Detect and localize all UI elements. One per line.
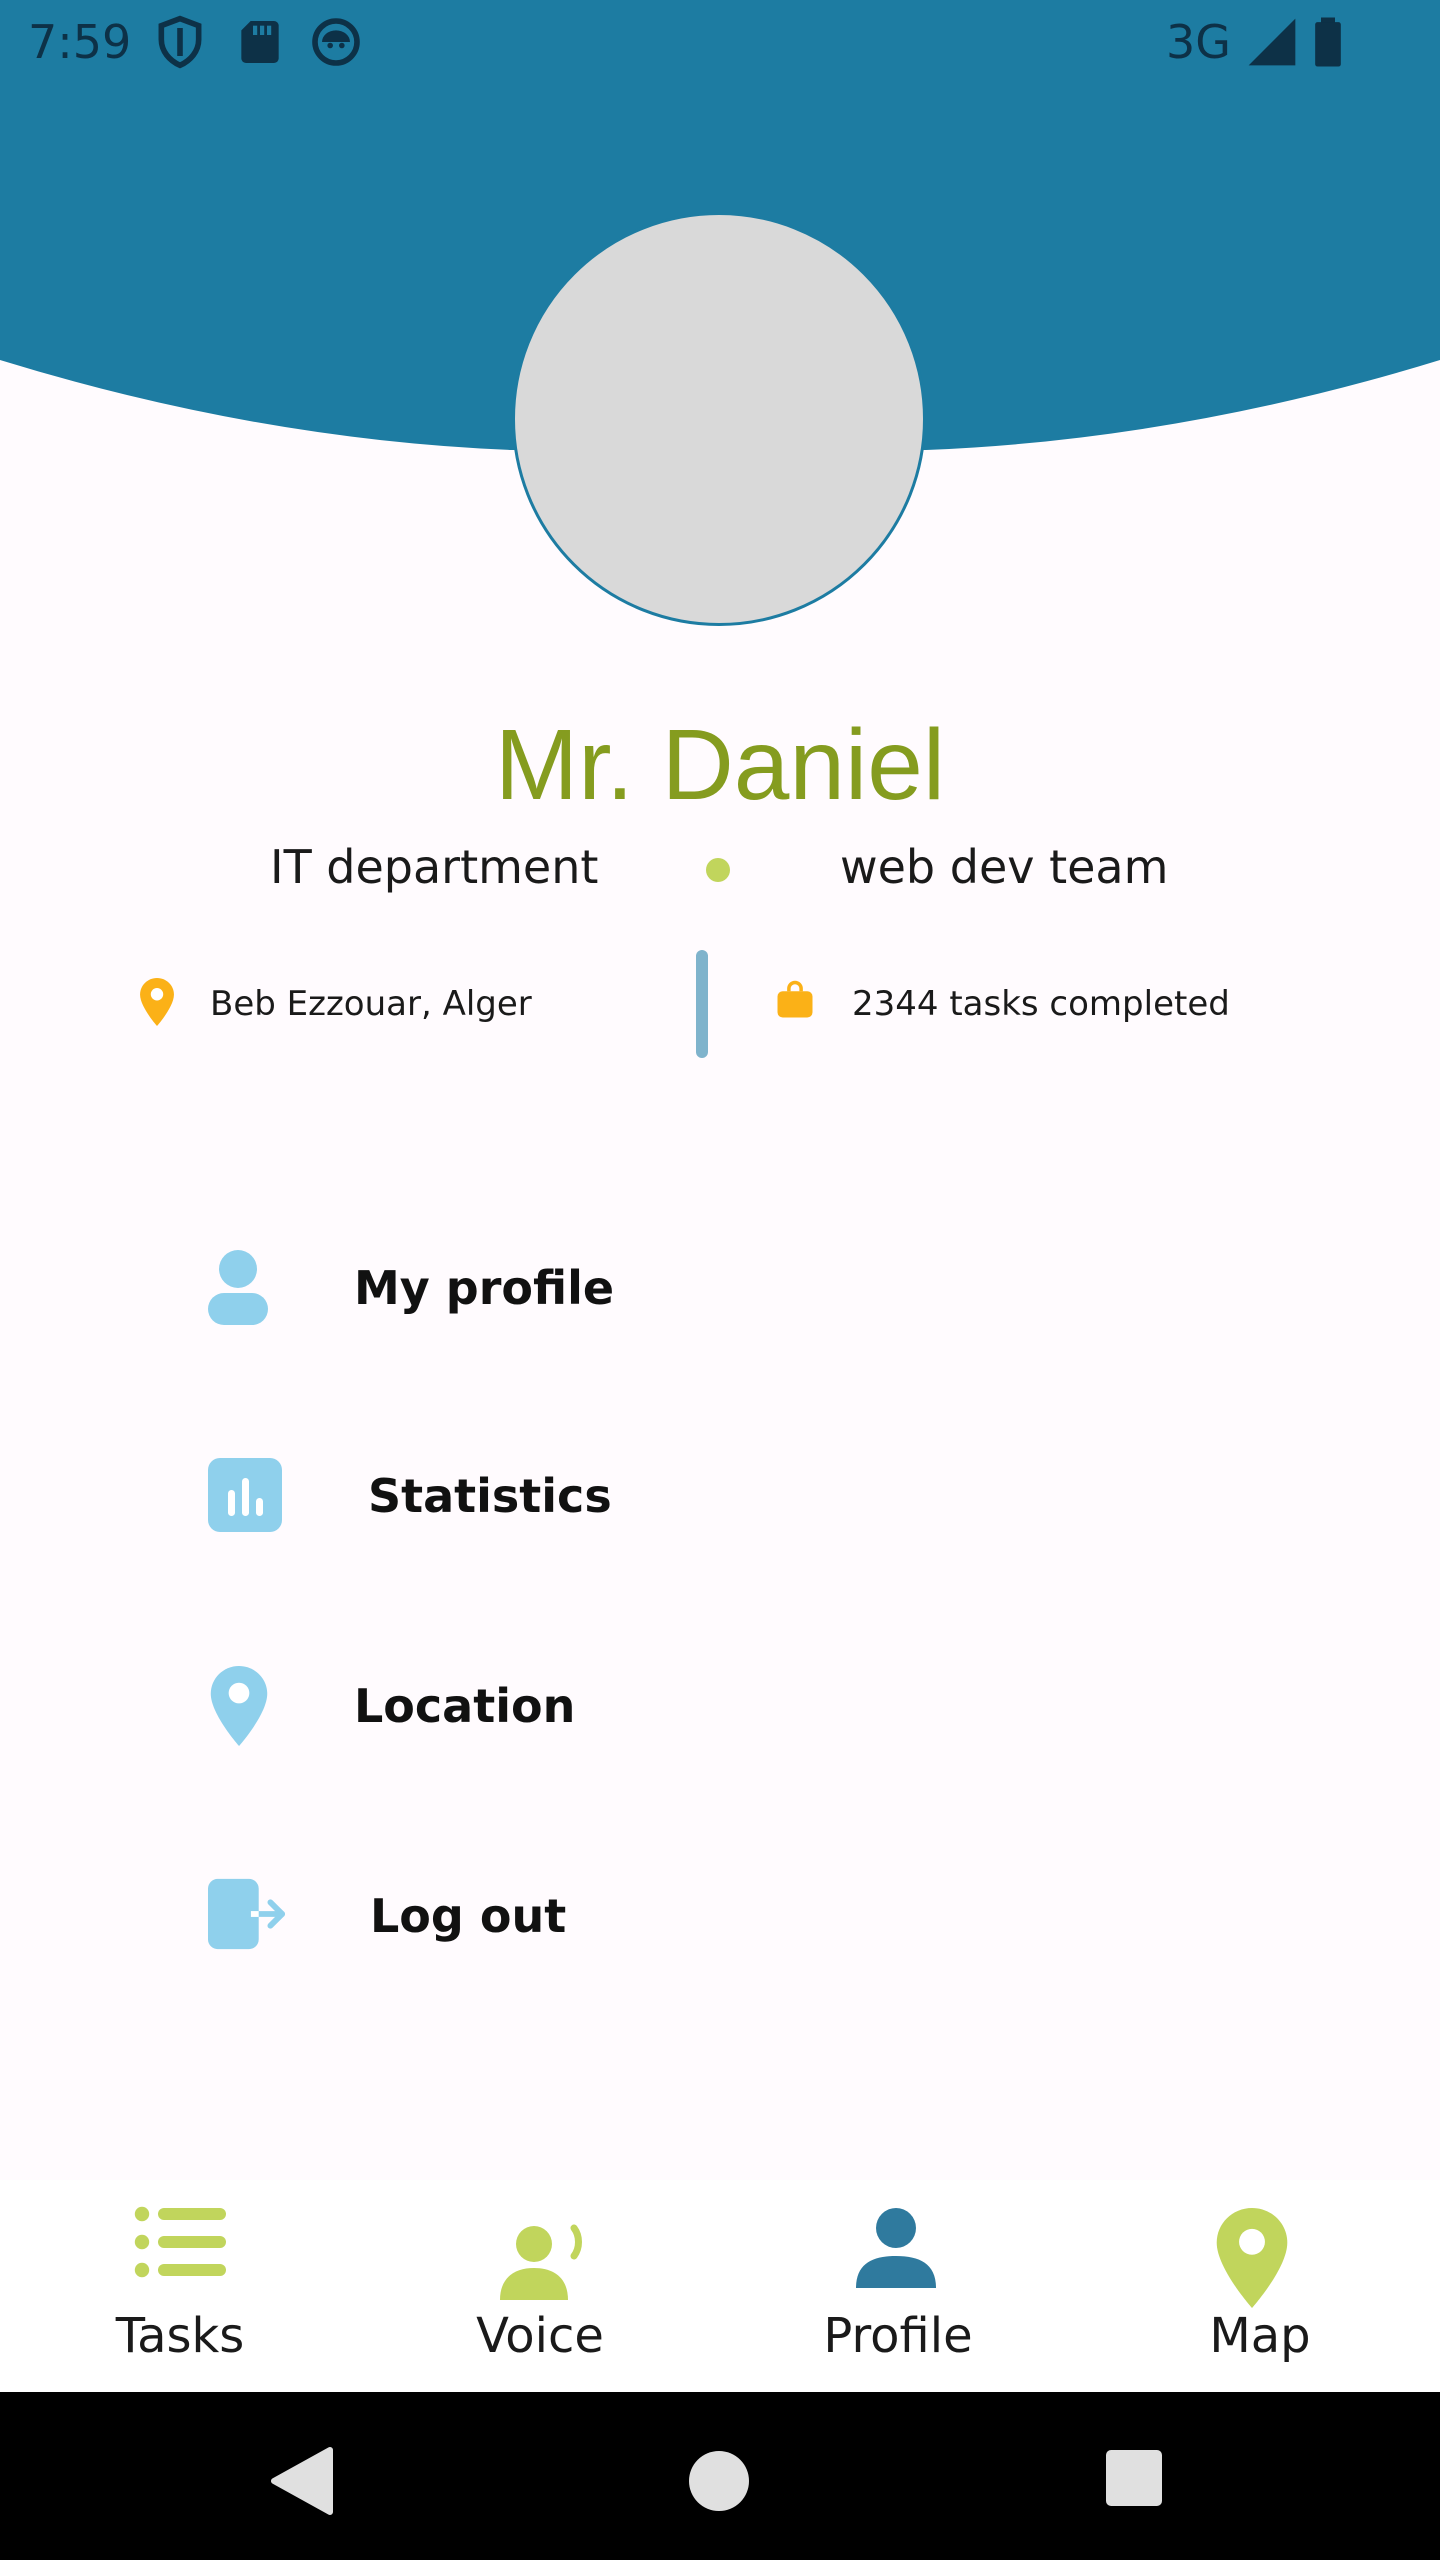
sd-card-icon	[241, 21, 279, 63]
menu-label: My profile	[354, 1261, 615, 1315]
info-divider	[696, 950, 708, 1058]
status-bar: 7:59 3G	[0, 0, 1440, 84]
nav-label: Map	[1209, 2308, 1311, 2364]
briefcase-icon	[777, 980, 813, 1018]
menu-item-log-out[interactable]: Log out	[0, 1846, 1440, 1986]
shield-icon	[158, 15, 202, 69]
menu-label: Location	[354, 1679, 576, 1733]
menu-label: Statistics	[368, 1469, 612, 1523]
menu-item-location[interactable]: Location	[0, 1636, 1440, 1776]
bar-chart-icon	[208, 1458, 282, 1532]
tasks-completed-text: 2344 tasks completed	[852, 984, 1230, 1024]
menu-item-statistics[interactable]: Statistics	[0, 1426, 1440, 1566]
location-text: Beb Ezzouar, Alger	[210, 984, 532, 1024]
team-label: web dev team	[840, 840, 1169, 894]
profile-screen: 7:59 3G Mr. Daniel IT department web dev…	[0, 0, 1440, 2560]
person-icon	[856, 2208, 936, 2288]
battery-icon	[1315, 17, 1341, 67]
android-robot-icon	[312, 18, 360, 66]
separator-dot	[706, 858, 730, 882]
back-icon[interactable]	[270, 2446, 334, 2516]
signal-icon	[1248, 18, 1296, 66]
avatar[interactable]	[512, 212, 926, 626]
location-pin-icon	[140, 978, 174, 1026]
menu-label: Log out	[370, 1889, 567, 1943]
nav-label: Voice	[476, 2308, 604, 2364]
nav-item-profile[interactable]: Profile	[718, 2180, 1078, 2392]
person-icon	[208, 1250, 268, 1325]
system-navigation-bar	[0, 2392, 1440, 2560]
nav-label: Profile	[823, 2308, 973, 2364]
menu-item-my-profile[interactable]: My profile	[0, 1218, 1440, 1358]
bottom-navigation: Tasks Voice Profile Map	[0, 2180, 1440, 2392]
recents-icon[interactable]	[1106, 2450, 1162, 2506]
home-icon[interactable]	[688, 2450, 750, 2512]
nav-item-map[interactable]: Map	[1080, 2180, 1440, 2392]
nav-item-voice[interactable]: Voice	[360, 2180, 720, 2392]
nav-item-tasks[interactable]: Tasks	[0, 2180, 360, 2392]
map-pin-icon	[1216, 2208, 1288, 2308]
location-pin-icon	[210, 1666, 268, 1746]
logout-icon	[208, 1878, 286, 1950]
status-time: 7:59	[28, 15, 132, 69]
info-row: Beb Ezzouar, Alger 2344 tasks completed	[0, 950, 1440, 1060]
network-type: 3G	[1166, 15, 1231, 69]
profile-name: Mr. Daniel	[494, 709, 946, 821]
list-icon	[134, 2206, 226, 2278]
department-label: IT department	[270, 840, 599, 894]
voice-person-icon	[500, 2224, 582, 2300]
nav-label: Tasks	[115, 2308, 245, 2364]
